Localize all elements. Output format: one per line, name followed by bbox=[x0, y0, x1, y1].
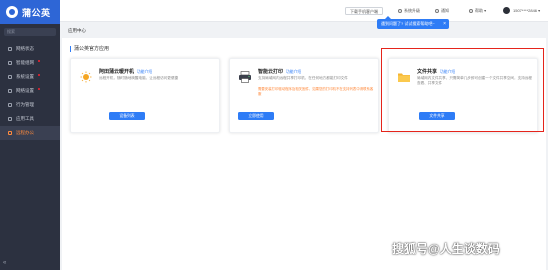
sidebar-item-smart-networking[interactable]: 智能组网 bbox=[0, 56, 60, 70]
app-card-cloud-print: 智能云打印 功能介绍 支持局域网内远程共享打印机，在任何地方都能打印文件 需要安装… bbox=[229, 58, 379, 133]
tooltip-text: 遇到问题了? 试试搜索帮助吧~ bbox=[381, 21, 435, 26]
device-list-button[interactable]: 设备列表 bbox=[109, 112, 145, 120]
notification-dot bbox=[38, 88, 40, 90]
dandelion-logo-icon bbox=[6, 6, 18, 18]
top-bar: 下载手机客户端 系统升级 通知 帮助 ▾ 1507****2846 ▾ bbox=[60, 0, 548, 22]
user-label: 1507****2846 bbox=[513, 8, 538, 13]
logo[interactable]: 蒲公英 bbox=[0, 0, 60, 24]
app-card-wake-on-lan: 阿田蒲云暖开机 功能介绍 远程开机，随时随地唤醒电脑，让远程访问更便捷 设备列表 bbox=[70, 58, 220, 133]
sidebar-item-label: 系统设置 bbox=[16, 74, 34, 79]
system-upgrade-button[interactable]: 系统升级 bbox=[398, 7, 420, 15]
sidebar-item-app-tools[interactable]: 应用工具 bbox=[0, 112, 60, 126]
logo-text: 蒲公英 bbox=[22, 7, 51, 18]
upgrade-icon bbox=[398, 8, 402, 13]
sidebar-item-label: 网络设置 bbox=[16, 88, 34, 93]
help-button[interactable]: 帮助 ▾ bbox=[469, 7, 486, 15]
watermark: 搜狐号@人生谈数码 bbox=[392, 242, 500, 256]
sidebar-item-remote-office[interactable]: 远程办公 bbox=[0, 126, 60, 140]
shield-icon bbox=[8, 103, 12, 107]
settings-icon bbox=[8, 89, 12, 93]
sidebar-nav: 网络状态 智能组网 系统设置 网络设置 行为管理 应用工具 远程办公 bbox=[0, 42, 60, 140]
bell-icon bbox=[435, 8, 439, 13]
notification-dot bbox=[38, 60, 40, 62]
notice-button[interactable]: 通知 bbox=[435, 7, 449, 15]
breadcrumb: 应用中心 bbox=[68, 28, 86, 33]
sidebar-item-label: 应用工具 bbox=[16, 116, 34, 121]
sidebar-item-label: 行为管理 bbox=[16, 102, 34, 107]
card-description: 支持局域网内远程共享打印机，在任何地方都能打印文件 bbox=[258, 76, 348, 80]
sidebar-item-label: 智能组网 bbox=[16, 60, 34, 65]
sidebar-item-network-status[interactable]: 网络状态 bbox=[0, 42, 60, 56]
help-label: 帮助 bbox=[475, 8, 483, 13]
sidebar: 蒲公英 搜索 网络状态 智能组网 系统设置 网络设置 行为管理 应用工具 远程办… bbox=[0, 0, 60, 270]
sidebar-item-behavior-management[interactable]: 行为管理 bbox=[0, 98, 60, 112]
help-tooltip: 遇到问题了? 试试搜索帮助吧~ × bbox=[377, 16, 449, 29]
download-client-button[interactable]: 下载手机客户端 bbox=[345, 7, 383, 15]
card-description: 远程开机，随时随地唤醒电脑，让远程访问更便捷 bbox=[99, 76, 179, 80]
section-title: 蒲公英官方应用 bbox=[70, 46, 109, 52]
use-now-button[interactable]: 立即使用 bbox=[238, 112, 274, 120]
remote-office-icon bbox=[8, 131, 12, 135]
sidebar-item-system-settings[interactable]: 系统设置 bbox=[0, 70, 60, 84]
system-upgrade-label: 系统升级 bbox=[404, 8, 420, 13]
toolbox-icon bbox=[8, 117, 12, 121]
sidebar-item-label: 远程办公 bbox=[16, 130, 34, 135]
sidebar-item-label: 网络状态 bbox=[16, 46, 34, 51]
notification-dot bbox=[38, 74, 40, 76]
card-warning: 需要安装打印驱动程序及相关固件，如果您的打印机不在支持列表中请联系客服 bbox=[258, 87, 374, 96]
user-menu[interactable]: 1507****2846 ▾ bbox=[503, 7, 540, 15]
network-icon bbox=[8, 61, 12, 65]
sun-icon bbox=[80, 71, 92, 83]
close-icon[interactable]: × bbox=[443, 19, 446, 29]
card-title: 阿田蒲云暖开机 功能介绍 bbox=[99, 69, 153, 75]
double-chevron-left-icon[interactable]: « bbox=[3, 260, 9, 266]
avatar bbox=[503, 7, 510, 15]
feature-intro-link[interactable]: 功能介绍 bbox=[286, 70, 301, 74]
feature-intro-link[interactable]: 功能介绍 bbox=[137, 70, 152, 74]
sidebar-search-input[interactable]: 搜索 bbox=[4, 28, 56, 36]
notice-label: 通知 bbox=[441, 8, 449, 13]
highlight-box bbox=[381, 48, 544, 132]
gear-icon bbox=[8, 75, 12, 79]
network-icon bbox=[8, 47, 12, 51]
sidebar-item-network-settings[interactable]: 网络设置 bbox=[0, 84, 60, 98]
printer-icon bbox=[239, 71, 251, 83]
card-title: 智能云打印 功能介绍 bbox=[258, 69, 302, 75]
question-icon bbox=[469, 8, 473, 13]
